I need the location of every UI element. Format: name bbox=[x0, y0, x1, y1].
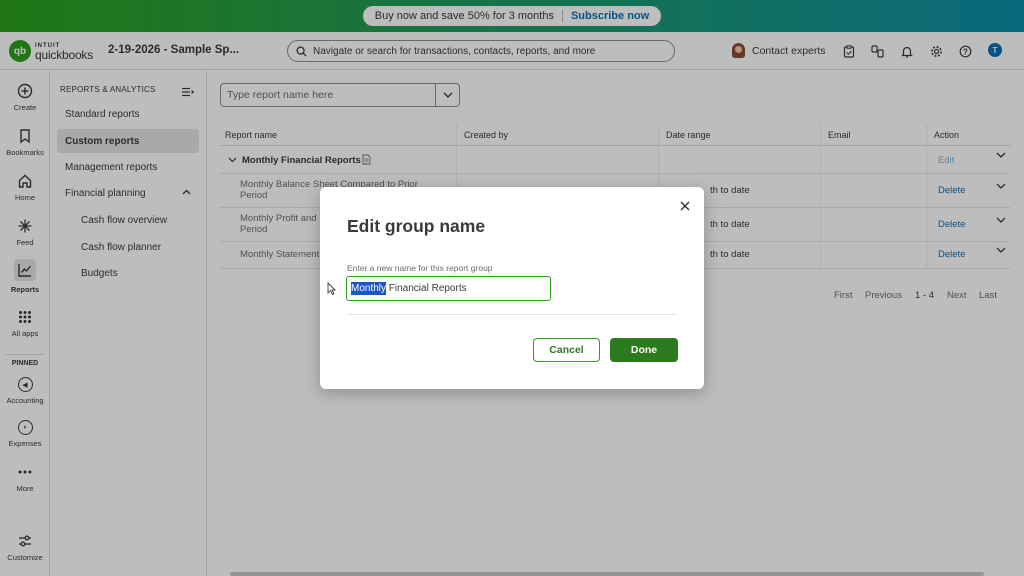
selected-text: Monthly bbox=[351, 282, 387, 295]
close-icon[interactable] bbox=[678, 199, 692, 213]
group-name-input[interactable]: Monthly Financial Reports bbox=[346, 276, 551, 301]
input-text-rest: Financial Reports bbox=[386, 283, 467, 294]
mouse-cursor-icon bbox=[327, 282, 336, 295]
dialog-divider bbox=[347, 314, 677, 315]
cancel-button[interactable]: Cancel bbox=[533, 338, 600, 362]
edit-group-name-dialog: Edit group name Enter a new name for thi… bbox=[320, 187, 704, 389]
dialog-title: Edit group name bbox=[347, 216, 486, 236]
group-name-label: Enter a new name for this report group bbox=[347, 263, 493, 273]
done-button[interactable]: Done bbox=[610, 338, 678, 362]
